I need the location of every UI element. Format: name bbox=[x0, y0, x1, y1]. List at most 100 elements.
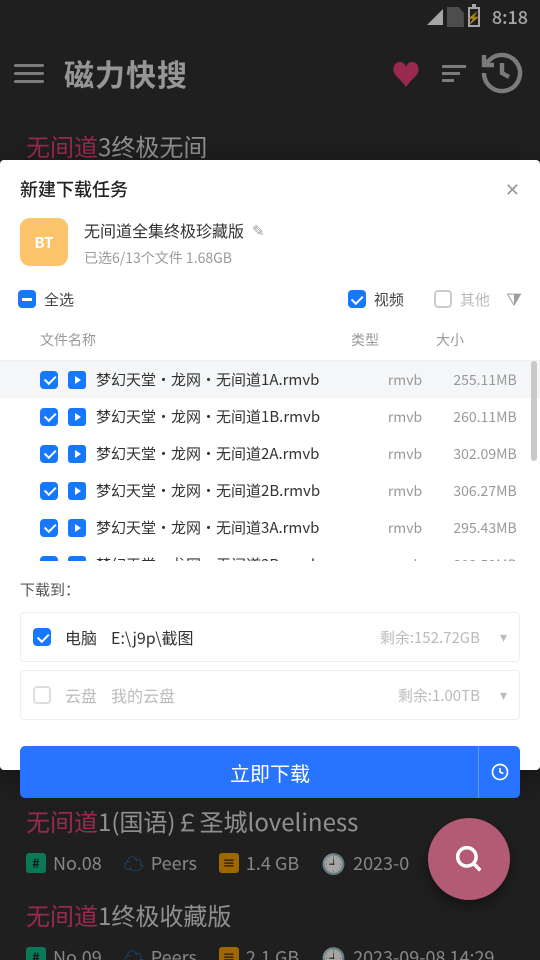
status-icons: ⚡ bbox=[427, 7, 480, 27]
file-name: 梦幻天堂·龙网·无间道3B.rmvb bbox=[96, 554, 370, 561]
file-type: rmvb bbox=[370, 555, 440, 562]
file-name: 梦幻天堂·龙网·无间道3A.rmvb bbox=[96, 517, 370, 538]
bt-badge-icon: BT bbox=[20, 218, 68, 266]
file-type: rmvb bbox=[370, 518, 440, 538]
file-type: rmvb bbox=[370, 444, 440, 464]
chevron-down-icon: ▾ bbox=[500, 685, 507, 705]
clock-icon: 🕘 bbox=[321, 848, 346, 877]
file-name: 梦幻天堂·龙网·无间道1B.rmvb bbox=[96, 406, 370, 427]
file-checkbox[interactable] bbox=[40, 556, 58, 562]
task-summary: 已选6/13个文件 1.68GB bbox=[84, 248, 265, 268]
wifi-icon bbox=[427, 9, 443, 25]
file-name: 梦幻天堂·龙网·无间道2A.rmvb bbox=[96, 443, 370, 464]
battery-icon: ⚡ bbox=[468, 7, 480, 27]
file-checkbox[interactable] bbox=[40, 371, 58, 389]
schedule-icon bbox=[490, 762, 510, 782]
dest-pc-free: 剩余:152.72GB bbox=[380, 627, 480, 648]
result-title: 无间道1终极收藏版 bbox=[26, 897, 514, 932]
hash-icon: # bbox=[26, 947, 46, 960]
result-title: 无间道3终极无间 bbox=[26, 128, 514, 163]
hash-icon: # bbox=[26, 853, 46, 873]
file-type: rmvb bbox=[370, 481, 440, 501]
select-all-checkbox[interactable] bbox=[18, 290, 36, 308]
video-file-icon bbox=[68, 556, 86, 562]
sort-button[interactable] bbox=[430, 65, 478, 82]
cloud-icon: ☁ bbox=[124, 942, 144, 960]
destination-cloud[interactable]: 云盘 我的云盘 剩余:1.00TB ▾ bbox=[20, 670, 520, 720]
file-row[interactable]: 梦幻天堂·龙网·无间道2A.rmvbrmvb302.09MB bbox=[0, 435, 540, 472]
schedule-download-button[interactable] bbox=[478, 746, 520, 798]
download-button-label: 立即下载 bbox=[230, 758, 310, 787]
result-rank: No.08 bbox=[53, 850, 102, 876]
file-list-scrollbar[interactable] bbox=[531, 361, 537, 461]
favorites-button[interactable]: ♥ bbox=[382, 51, 430, 95]
status-clock: 8:18 bbox=[492, 4, 528, 30]
heart-icon: ♥ bbox=[391, 51, 421, 95]
file-list[interactable]: 梦幻天堂·龙网·无间道1A.rmvbrmvb255.11MB梦幻天堂·龙网·无间… bbox=[0, 361, 540, 561]
filter-video-checkbox[interactable] bbox=[348, 290, 366, 308]
task-name: 无间道全集终极珍藏版 bbox=[84, 218, 244, 242]
video-file-icon bbox=[68, 445, 86, 463]
file-row[interactable]: 梦幻天堂·龙网·无间道3A.rmvbrmvb295.43MB bbox=[0, 509, 540, 546]
dialog-title: 新建下载任务 bbox=[20, 176, 505, 202]
result-size: 2.1 GB bbox=[246, 944, 299, 960]
dest-pc-label: 电脑 bbox=[65, 625, 97, 649]
search-icon bbox=[452, 842, 486, 876]
file-checkbox[interactable] bbox=[40, 408, 58, 426]
search-fab[interactable] bbox=[428, 818, 510, 900]
result-rank: No.09 bbox=[53, 944, 102, 960]
video-file-icon bbox=[68, 519, 86, 537]
file-row[interactable]: 梦幻天堂·龙网·无间道1B.rmvbrmvb260.11MB bbox=[0, 398, 540, 435]
filter-other-label: 其他 bbox=[460, 289, 490, 310]
pencil-icon: ✎ bbox=[252, 220, 265, 241]
sim-off-icon bbox=[447, 7, 464, 27]
result-item[interactable]: 无间道3终极无间 bbox=[26, 112, 514, 167]
file-row[interactable]: 梦幻天堂·龙网·无间道3B.rmvbrmvb303.59MB bbox=[0, 546, 540, 561]
file-checkbox[interactable] bbox=[40, 482, 58, 500]
dest-cloud-checkbox[interactable] bbox=[33, 686, 51, 704]
file-row[interactable]: 梦幻天堂·龙网·无间道1A.rmvbrmvb255.11MB bbox=[0, 361, 540, 398]
app-bar: 磁力快搜 ♥ bbox=[0, 34, 540, 112]
file-type: rmvb bbox=[370, 407, 440, 427]
file-checkbox[interactable] bbox=[40, 445, 58, 463]
app-title: 磁力快搜 bbox=[64, 51, 382, 95]
video-file-icon bbox=[68, 408, 86, 426]
dest-cloud-path: 我的云盘 bbox=[111, 683, 175, 707]
funnel-icon: ⧩ bbox=[506, 286, 522, 312]
history-button[interactable] bbox=[478, 49, 526, 97]
size-icon: ≡ bbox=[219, 947, 239, 960]
file-size: 260.11MB bbox=[440, 407, 540, 427]
size-icon: ≡ bbox=[219, 853, 239, 873]
select-all-label: 全选 bbox=[44, 289, 74, 310]
clock-icon: 🕘 bbox=[321, 942, 346, 960]
result-item[interactable]: 无间道1终极收藏版 #No.09 ☁Peers ≡2.1 GB 🕘2023-09… bbox=[26, 881, 514, 960]
dest-pc-checkbox[interactable] bbox=[33, 628, 51, 646]
video-file-icon bbox=[68, 482, 86, 500]
download-button[interactable]: 立即下载 bbox=[20, 746, 520, 798]
file-size: 295.43MB bbox=[440, 518, 540, 538]
dest-pc-path: E:\j9p\截图 bbox=[111, 625, 193, 649]
file-row[interactable]: 梦幻天堂·龙网·无间道2B.rmvbrmvb306.27MB bbox=[0, 472, 540, 509]
col-type: 类型 bbox=[330, 330, 400, 350]
filter-video-label: 视频 bbox=[374, 289, 404, 310]
col-name: 文件名称 bbox=[40, 330, 330, 350]
file-type: rmvb bbox=[370, 370, 440, 390]
result-size: 1.4 GB bbox=[246, 850, 299, 876]
destination-label: 下载到： bbox=[0, 563, 540, 608]
col-size: 大小 bbox=[400, 330, 500, 350]
result-peers: Peers bbox=[151, 850, 197, 876]
file-table-header: 文件名称 类型 大小 bbox=[0, 322, 540, 361]
destination-pc[interactable]: 电脑 E:\j9p\截图 剩余:152.72GB ▾ bbox=[20, 612, 520, 662]
close-button[interactable]: ✕ bbox=[505, 176, 520, 202]
cloud-icon: ☁ bbox=[124, 848, 144, 877]
sort-icon bbox=[442, 65, 466, 82]
filter-button[interactable]: ⧩ bbox=[506, 286, 522, 312]
status-bar: ⚡ 8:18 bbox=[0, 0, 540, 34]
filter-other-checkbox[interactable] bbox=[434, 290, 452, 308]
file-checkbox[interactable] bbox=[40, 519, 58, 537]
dest-cloud-free: 剩余:1.00TB bbox=[398, 685, 480, 706]
edit-name-button[interactable]: ✎ bbox=[252, 220, 265, 241]
chevron-down-icon: ▾ bbox=[500, 627, 507, 647]
new-download-dialog: 新建下载任务 ✕ BT 无间道全集终极珍藏版 ✎ 已选6/13个文件 1.68G… bbox=[0, 160, 540, 770]
menu-button[interactable] bbox=[14, 64, 44, 83]
